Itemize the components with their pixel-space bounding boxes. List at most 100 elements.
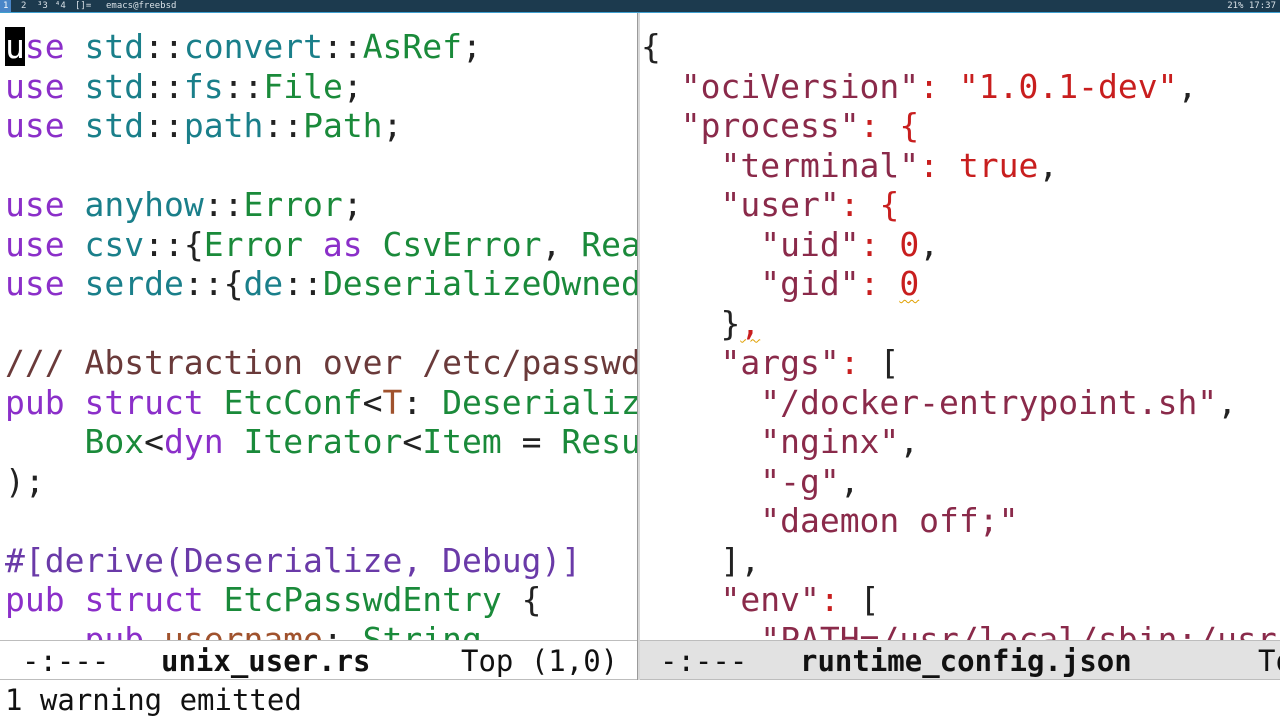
code-token: ; xyxy=(382,106,403,145)
warning-marker: 0 xyxy=(899,264,920,303)
code-line[interactable]: { xyxy=(641,27,1277,67)
code-line[interactable]: #[derive(Deserialize, Debug)] xyxy=(5,541,637,581)
code-line[interactable]: use std::convert::AsRef; xyxy=(5,27,637,67)
code-token: use xyxy=(5,185,65,224)
code-line[interactable]: use anyhow::Error; xyxy=(5,185,637,225)
code-line[interactable]: pub username: String, xyxy=(5,620,637,641)
code-line[interactable]: use std::fs::File; xyxy=(5,67,637,107)
code-token: ; xyxy=(462,27,482,66)
code-token: "process" xyxy=(680,106,860,145)
code-token: #[derive(Deserialize, Debug)] xyxy=(5,540,582,580)
code-token: } xyxy=(641,303,741,343)
editor-pane-left[interactable]: use std::convert::AsRef; use std::fs::Fil… xyxy=(0,13,637,640)
code-token: : xyxy=(859,264,880,303)
code-token: Resu xyxy=(561,422,637,461)
code-token: : xyxy=(839,343,860,382)
code-line[interactable]: "terminal": true, xyxy=(641,146,1277,186)
code-line[interactable]: "PATH=/usr/local/sbin:/usr xyxy=(641,620,1277,641)
code-token: ::{ xyxy=(144,224,204,264)
code-token: File xyxy=(263,66,343,106)
code-line[interactable]: ], xyxy=(641,541,1277,581)
code-token: "ociVersion" xyxy=(680,66,920,106)
code-token: "1.0.1-dev" xyxy=(958,66,1178,106)
code-token: use xyxy=(5,106,65,145)
code-token: T xyxy=(382,382,403,422)
code-token: EtcConf xyxy=(223,382,363,422)
code-token: Deserializ xyxy=(442,382,637,422)
code-token: "PATH=/usr/local/sbin:/usr xyxy=(760,619,1277,641)
code-token: EtcPasswdEntry xyxy=(223,580,502,619)
code-line[interactable]: use csv::{Error as CsvError, Rea xyxy=(5,225,637,265)
code-line[interactable]: "process": { xyxy=(641,106,1277,146)
code-line[interactable] xyxy=(5,304,637,344)
buffer-name[interactable]: unix_user.rs xyxy=(161,641,371,679)
code-line[interactable]: "ociVersion": "1.0.1-dev", xyxy=(641,67,1277,107)
editor-pane-right[interactable]: { "ociVersion": "1.0.1-dev", "process": … xyxy=(640,13,1280,640)
code-line[interactable]: "daemon off;" xyxy=(641,501,1277,541)
code-token: AsRef xyxy=(362,27,463,66)
code-line[interactable] xyxy=(5,501,637,541)
mode-line-right[interactable]: -:--- runtime_config.json To xyxy=(640,640,1280,680)
code-line[interactable]: /// Abstraction over /etc/passwd xyxy=(5,343,637,383)
code-token: ], xyxy=(641,540,761,580)
code-line[interactable]: "nginx", xyxy=(641,422,1277,462)
code-token: "env" xyxy=(720,580,820,619)
buffer-status-flags: -:--- xyxy=(22,644,110,678)
code-token: "-g" xyxy=(760,461,840,501)
echo-area-message: 1 warning emitted xyxy=(5,683,302,717)
code-token: "nginx" xyxy=(760,422,900,461)
code-line[interactable]: use std::path::Path; xyxy=(5,106,637,146)
code-token: "args" xyxy=(720,343,840,382)
code-line[interactable]: "user": { xyxy=(641,185,1277,225)
code-line[interactable]: ); xyxy=(5,462,637,502)
code-line[interactable]: }, xyxy=(641,304,1277,344)
code-token: : xyxy=(919,145,940,185)
code-token: fs xyxy=(183,66,224,106)
code-line[interactable] xyxy=(5,146,637,186)
code-buffer-unix-user-rs[interactable]: use std::convert::AsRef; use std::fs::Fil… xyxy=(5,27,637,640)
code-token: : xyxy=(859,106,880,145)
code-line[interactable]: "args": [ xyxy=(641,343,1277,383)
code-token: [ xyxy=(859,343,900,382)
code-line[interactable]: "uid": 0, xyxy=(641,225,1277,265)
code-line[interactable]: "/docker-entrypoint.sh", xyxy=(641,383,1277,423)
code-line[interactable]: use serde::{de::DeserializeOwned xyxy=(5,264,637,304)
code-line[interactable]: "gid": 0 xyxy=(641,264,1277,304)
code-token: , xyxy=(919,224,940,264)
buffer-name[interactable]: runtime_config.json xyxy=(800,641,1132,679)
code-token: :: xyxy=(322,27,363,66)
code-line[interactable]: "env": [ xyxy=(641,580,1277,620)
code-token: std xyxy=(84,27,145,66)
code-token: convert xyxy=(183,27,323,66)
code-line[interactable]: pub struct EtcPasswdEntry { xyxy=(5,580,637,620)
code-token: "gid" xyxy=(760,264,860,303)
code-line[interactable]: Box<dyn Iterator<Item = Resu xyxy=(5,422,637,462)
buffer-status-flags: -:--- xyxy=(660,644,748,678)
code-token: String xyxy=(362,619,482,641)
code-token: csv xyxy=(84,224,145,264)
code-token: :: xyxy=(144,27,184,66)
code-buffer-runtime-config-json[interactable]: { "ociVersion": "1.0.1-dev", "process": … xyxy=(641,27,1277,640)
code-token: < xyxy=(144,422,164,461)
code-line[interactable]: pub struct EtcConf<T: Deserializ xyxy=(5,383,637,423)
code-token: { xyxy=(501,580,542,619)
mode-line-left[interactable]: -:--- unix_user.rs Top (1,0) xyxy=(0,640,637,680)
code-token: Rea xyxy=(581,224,637,264)
code-token: use xyxy=(5,66,65,106)
code-line[interactable]: "-g", xyxy=(641,462,1277,502)
